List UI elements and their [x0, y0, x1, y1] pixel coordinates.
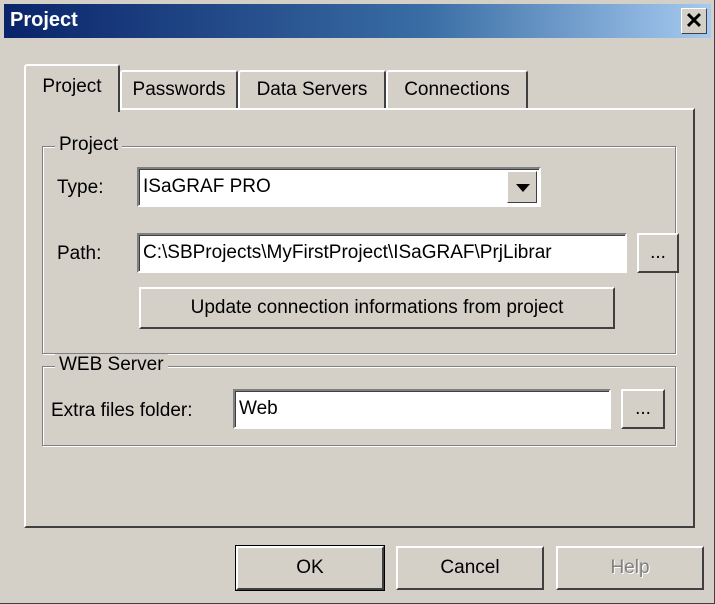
- ok-label: OK: [296, 557, 324, 578]
- project-dialog: Project ✕ Project Passwords Data Servers…: [0, 0, 715, 604]
- update-label: Update connection informations from proj…: [190, 297, 564, 318]
- browse-label: ...: [650, 242, 666, 263]
- type-label: Type:: [57, 177, 104, 198]
- chevron-down-icon[interactable]: [507, 171, 537, 203]
- type-value: ISaGRAF PRO: [143, 176, 271, 197]
- tab-passwords[interactable]: Passwords: [120, 70, 238, 110]
- tab-label: Passwords: [132, 79, 226, 100]
- path-value: C:\SBProjects\MyFirstProject\ISaGRAF\Prj…: [143, 242, 552, 263]
- path-browse-button[interactable]: ...: [637, 233, 679, 273]
- ok-button[interactable]: OK: [235, 545, 385, 591]
- tab-label: Connections: [404, 79, 510, 100]
- web-group-legend: WEB Server: [55, 354, 168, 376]
- type-select[interactable]: ISaGRAF PRO: [137, 167, 541, 207]
- help-button[interactable]: Help: [556, 546, 704, 590]
- close-icon: ✕: [684, 8, 704, 33]
- tab-label: Project: [42, 76, 102, 97]
- cancel-button[interactable]: Cancel: [396, 546, 544, 590]
- project-group-legend: Project: [55, 134, 123, 156]
- window-title: Project: [10, 9, 78, 31]
- tab-connections[interactable]: Connections: [386, 70, 528, 110]
- extra-files-browse-button[interactable]: ...: [621, 389, 665, 429]
- tab-data-servers[interactable]: Data Servers: [238, 70, 386, 110]
- extra-files-field[interactable]: Web: [233, 389, 611, 429]
- title-bar[interactable]: Project ✕: [4, 4, 711, 38]
- update-connection-button[interactable]: Update connection informations from proj…: [139, 287, 615, 329]
- tab-project[interactable]: Project: [24, 64, 120, 112]
- browse-label: ...: [635, 398, 651, 419]
- path-label: Path:: [57, 243, 102, 264]
- path-field[interactable]: C:\SBProjects\MyFirstProject\ISaGRAF\Prj…: [137, 233, 627, 273]
- extra-files-label: Extra files folder:: [51, 400, 193, 421]
- web-server-groupbox: WEB Server Extra files folder: Web ...: [42, 354, 676, 446]
- tab-label: Data Servers: [256, 79, 368, 100]
- project-groupbox: Project Type: ISaGRAF PRO Path: C:\SBPro…: [42, 134, 679, 354]
- cancel-label: Cancel: [440, 557, 500, 578]
- extra-files-value: Web: [239, 398, 278, 419]
- help-label: Help: [610, 557, 650, 578]
- close-button[interactable]: ✕: [681, 8, 707, 34]
- tab-panel: Project Type: ISaGRAF PRO Path: C:\SBPro…: [24, 108, 695, 528]
